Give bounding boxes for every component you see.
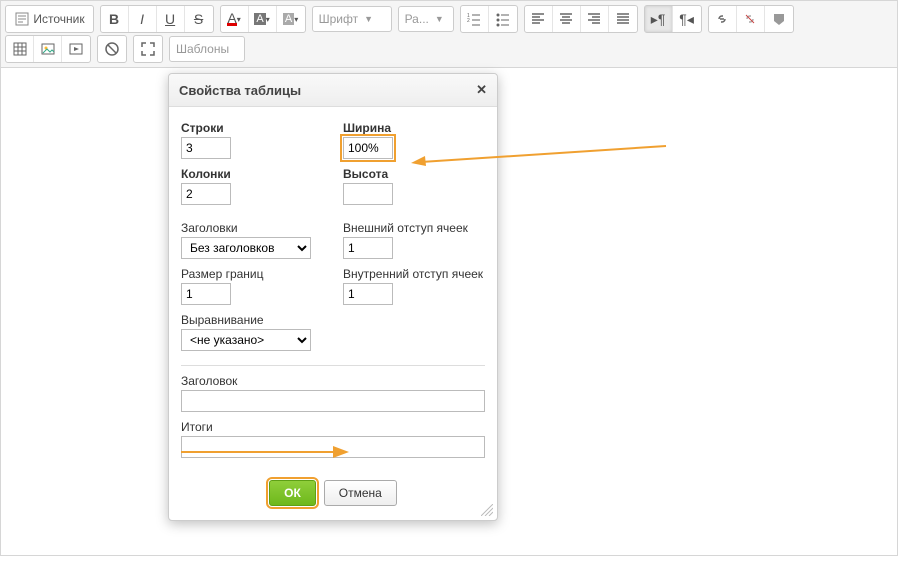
summary-input[interactable] — [181, 436, 485, 458]
image-button[interactable] — [34, 36, 62, 62]
cols-label: Колонки — [181, 167, 323, 181]
special-char-button[interactable] — [98, 36, 126, 62]
resize-grip-icon[interactable] — [481, 504, 493, 516]
cellspacing-label: Внешний отступ ячеек — [343, 221, 485, 235]
unlink-button[interactable] — [737, 6, 765, 32]
maximize-button[interactable] — [134, 36, 162, 62]
bg-color-button[interactable]: A▾ — [249, 6, 277, 32]
editor-toolbar: Источник B I U S A▾ A▾ A▾ Шрифт▼ Ра...▼ … — [0, 0, 898, 68]
font-combo-label: Шрифт — [319, 12, 358, 26]
underline-button[interactable]: U — [157, 6, 185, 32]
border-label: Размер границ — [181, 267, 323, 281]
rows-input[interactable] — [181, 137, 231, 159]
cellpadding-label: Внутренний отступ ячеек — [343, 267, 485, 281]
caption-label: Заголовок — [181, 374, 485, 388]
numbered-list-button[interactable]: 12 — [461, 6, 489, 32]
align-justify-button[interactable] — [609, 6, 637, 32]
height-input[interactable] — [343, 183, 393, 205]
align-select[interactable]: <не указано> — [181, 329, 311, 351]
size-combo-label: Ра... — [405, 12, 429, 26]
align-right-button[interactable] — [581, 6, 609, 32]
editor-area[interactable]: Свойства таблицы ✕ Строки Колонки Заголо… — [0, 68, 898, 556]
font-combo[interactable]: Шрифт▼ — [312, 6, 392, 32]
source-label: Источник — [33, 12, 84, 26]
strike-button[interactable]: S — [185, 6, 213, 32]
anchor-button[interactable] — [765, 6, 793, 32]
dialog-titlebar[interactable]: Свойства таблицы ✕ — [169, 74, 497, 107]
headers-select[interactable]: Без заголовков — [181, 237, 311, 259]
rtl-button[interactable]: ¶◂ — [673, 6, 701, 32]
italic-button[interactable]: I — [129, 6, 157, 32]
align-label: Выравнивание — [181, 313, 323, 327]
close-icon[interactable]: ✕ — [476, 82, 487, 98]
width-label: Ширина — [343, 121, 485, 135]
link-button[interactable] — [709, 6, 737, 32]
table-button[interactable] — [6, 36, 34, 62]
border-input[interactable] — [181, 283, 231, 305]
cancel-button[interactable]: Отмена — [324, 480, 397, 506]
headers-label: Заголовки — [181, 221, 323, 235]
align-left-button[interactable] — [525, 6, 553, 32]
cols-input[interactable] — [181, 183, 231, 205]
templates-combo[interactable]: Шаблоны — [169, 36, 245, 62]
width-input[interactable] — [343, 137, 393, 159]
ok-button[interactable]: ОК — [269, 480, 316, 506]
summary-label: Итоги — [181, 420, 485, 434]
height-label: Высота — [343, 167, 485, 181]
size-combo[interactable]: Ра...▼ — [398, 6, 454, 32]
align-center-button[interactable] — [553, 6, 581, 32]
svg-text:2: 2 — [467, 18, 470, 24]
remove-format-button[interactable]: A▾ — [277, 6, 305, 32]
dialog-title-text: Свойства таблицы — [179, 83, 301, 98]
cellpadding-input[interactable] — [343, 283, 393, 305]
source-button[interactable]: Источник — [6, 6, 93, 32]
ltr-button[interactable]: ▸¶ — [645, 6, 673, 32]
media-button[interactable] — [62, 36, 90, 62]
text-color-button[interactable]: A▾ — [221, 6, 249, 32]
bulleted-list-button[interactable] — [489, 6, 517, 32]
bold-button[interactable]: B — [101, 6, 129, 32]
table-properties-dialog: Свойства таблицы ✕ Строки Колонки Заголо… — [168, 73, 498, 521]
rows-label: Строки — [181, 121, 323, 135]
templates-label: Шаблоны — [176, 42, 229, 56]
caption-input[interactable] — [181, 390, 485, 412]
cellspacing-input[interactable] — [343, 237, 393, 259]
